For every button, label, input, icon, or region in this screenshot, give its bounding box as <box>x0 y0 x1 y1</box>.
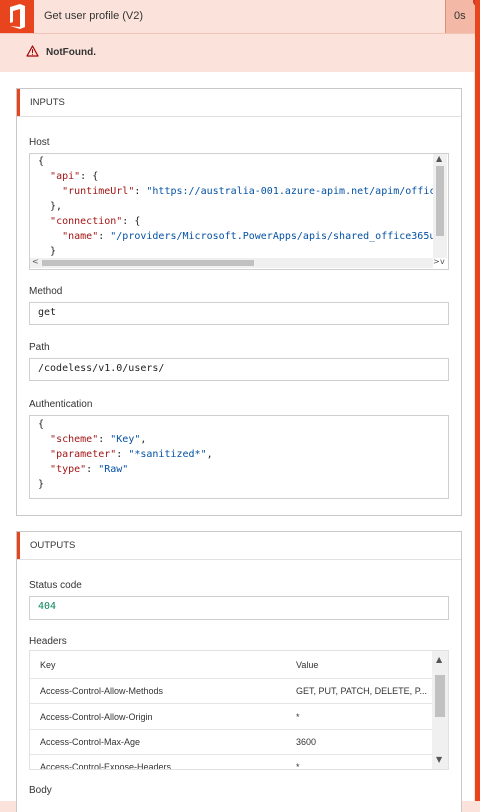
row-divider <box>30 729 434 730</box>
host-code-box[interactable]: { "api": { "runtimeUrl": "https://austra… <box>29 153 449 270</box>
duration-text: 0s <box>454 10 466 22</box>
header-key: Access-Control-Max-Age <box>40 737 141 747</box>
status-code-field[interactable]: 404 <box>29 596 449 620</box>
office-icon <box>0 0 34 33</box>
header-key: Access-Control-Allow-Origin <box>40 712 153 722</box>
code-line: { <box>38 156 45 167</box>
header-key: Access-Control-Expose-Headers <box>40 762 172 770</box>
host-label: Host <box>29 137 50 148</box>
column-header-value: Value <box>296 660 319 670</box>
code-line: }, <box>38 201 63 212</box>
code-line: } <box>38 479 45 490</box>
method-field[interactable]: get <box>29 302 449 325</box>
warning-icon <box>26 45 39 60</box>
header-value: * <box>296 712 300 722</box>
body-label: Body <box>29 785 52 796</box>
header-key: Access-Control-Allow-Methods <box>40 686 164 696</box>
row-divider <box>30 754 434 755</box>
scroll-down-icon[interactable]: v <box>440 257 445 266</box>
status-code-value: 404 <box>38 601 57 612</box>
auth-label: Authentication <box>29 399 93 410</box>
code-line: "parameter": "*sanitized*", <box>50 449 213 460</box>
path-label: Path <box>29 342 50 353</box>
section-accent-bar <box>17 532 20 559</box>
error-message: NotFound. <box>46 47 96 58</box>
headers-label: Headers <box>29 636 67 647</box>
method-value: get <box>38 307 57 318</box>
accent-border <box>475 0 480 801</box>
outputs-title: OUTPUTS <box>30 540 76 551</box>
scroll-up-icon[interactable]: ▲ <box>436 154 442 163</box>
row-divider <box>30 678 434 679</box>
code-line: "api": { <box>50 171 99 182</box>
code-line: "scheme": "Key", <box>50 434 147 445</box>
code-line: "connection": { <box>50 216 141 227</box>
section-accent-bar <box>17 89 20 116</box>
code-line: { <box>38 419 45 430</box>
scroll-right-icon[interactable]: > <box>433 257 440 266</box>
code-line: } <box>38 246 57 257</box>
status-code-label: Status code <box>29 580 82 591</box>
scroll-up-icon[interactable]: ▲ <box>436 655 442 664</box>
path-field[interactable]: /codeless/v1.0/users/ <box>29 358 449 381</box>
row-divider <box>30 703 434 704</box>
outputs-header[interactable]: OUTPUTS <box>17 532 461 560</box>
vertical-scroll-thumb[interactable] <box>436 166 444 236</box>
vertical-scroll-thumb[interactable] <box>435 675 445 717</box>
code-line: "name": "/providers/Microsoft.PowerApps/… <box>62 231 436 242</box>
code-line: "type": "Raw" <box>50 464 129 475</box>
scroll-left-icon[interactable]: < <box>32 257 39 266</box>
header-value: * <box>296 762 300 770</box>
action-title: Get user profile (V2) <box>44 10 144 22</box>
path-value: /codeless/v1.0/users/ <box>38 363 165 374</box>
header-value: GET, PUT, PATCH, DELETE, P... <box>296 686 428 696</box>
inputs-header[interactable]: INPUTS <box>17 89 461 117</box>
header-value: 3600 <box>296 737 317 747</box>
method-label: Method <box>29 286 63 297</box>
headers-table[interactable]: Key Value Access-Control-Allow-Methods G… <box>29 650 449 770</box>
horizontal-scroll-thumb[interactable] <box>42 260 254 266</box>
column-header-key: Key <box>40 660 56 670</box>
code-line: "runtimeUrl": "https://australia-001.azu… <box>62 186 442 197</box>
auth-code-box[interactable]: { "scheme": "Key", "parameter": "*saniti… <box>29 415 449 499</box>
inputs-title: INPUTS <box>30 97 65 108</box>
scroll-down-icon[interactable]: ▼ <box>436 755 442 764</box>
